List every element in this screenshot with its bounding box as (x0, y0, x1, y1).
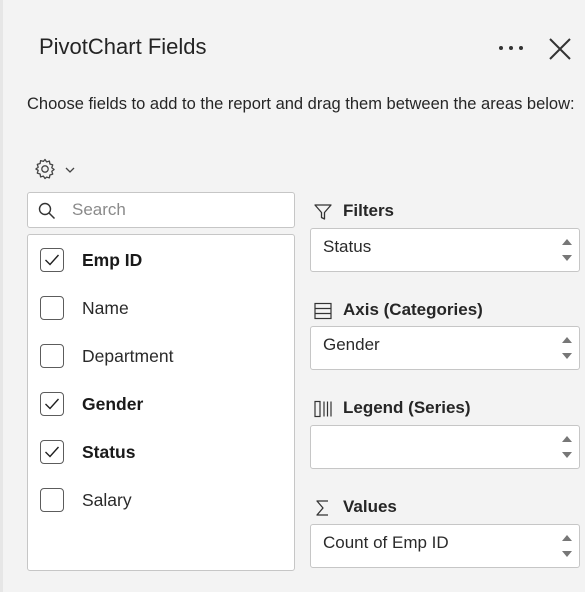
legend-drop-area[interactable] (310, 425, 580, 469)
filters-area-label: Filters (343, 201, 395, 220)
field-item-emp-id[interactable]: Emp ID (28, 240, 294, 280)
pivotchart-fields-pane: PivotChart Fields Choose fields to add t… (3, 0, 585, 592)
sigma-icon (316, 500, 328, 516)
field-checkbox[interactable] (40, 488, 64, 512)
more-options-icon[interactable] (495, 36, 527, 60)
pane-description: Choose fields to add to the report and d… (27, 95, 575, 113)
field-checkbox[interactable] (40, 392, 64, 416)
filters-drop-area[interactable]: Status (310, 228, 580, 272)
search-field[interactable] (27, 192, 295, 228)
field-item-department[interactable]: Department (28, 336, 294, 376)
axis-drop-area[interactable]: Gender (310, 326, 580, 370)
axis-area-field[interactable]: Gender (323, 335, 380, 355)
axis-rows-icon (314, 302, 332, 320)
values-area-label: Values (343, 497, 397, 516)
field-item-status[interactable]: Status (28, 432, 294, 472)
legend-scroll-spinner[interactable] (561, 432, 573, 462)
field-label: Salary (82, 490, 132, 510)
field-checkbox[interactable] (40, 296, 64, 320)
values-drop-area[interactable]: Count of Emp ID (310, 524, 580, 568)
filter-icon (314, 204, 332, 220)
search-input[interactable] (72, 199, 282, 221)
field-item-name[interactable]: Name (28, 288, 294, 328)
chevron-down-icon (65, 167, 75, 173)
checkmark-icon (45, 446, 60, 458)
field-checkbox[interactable] (40, 440, 64, 464)
values-scroll-spinner[interactable] (561, 531, 573, 561)
filters-scroll-spinner[interactable] (561, 235, 573, 265)
gear-icon (35, 158, 55, 180)
field-item-salary[interactable]: Salary (28, 480, 294, 520)
pane-title: PivotChart Fields (39, 34, 207, 59)
settings-dropdown-button[interactable] (33, 155, 81, 183)
field-list: Emp ID Name Department Gender Status Sal… (27, 234, 295, 571)
field-label: Status (82, 442, 136, 462)
field-label: Gender (82, 394, 144, 414)
filters-area-field[interactable]: Status (323, 237, 371, 257)
legend-area-label: Legend (Series) (343, 398, 471, 417)
axis-area-label: Axis (Categories) (343, 300, 483, 319)
checkmark-icon (45, 398, 60, 410)
checkmark-icon (45, 254, 60, 266)
legend-columns-icon (314, 400, 332, 418)
axis-scroll-spinner[interactable] (561, 333, 573, 363)
values-area-field[interactable]: Count of Emp ID (323, 533, 449, 553)
close-icon[interactable] (545, 34, 575, 64)
field-checkbox[interactable] (40, 344, 64, 368)
field-label: Name (82, 298, 129, 318)
field-label: Emp ID (82, 250, 143, 270)
field-label: Department (82, 346, 174, 366)
field-item-gender[interactable]: Gender (28, 384, 294, 424)
search-icon (38, 202, 56, 220)
field-checkbox[interactable] (40, 248, 64, 272)
